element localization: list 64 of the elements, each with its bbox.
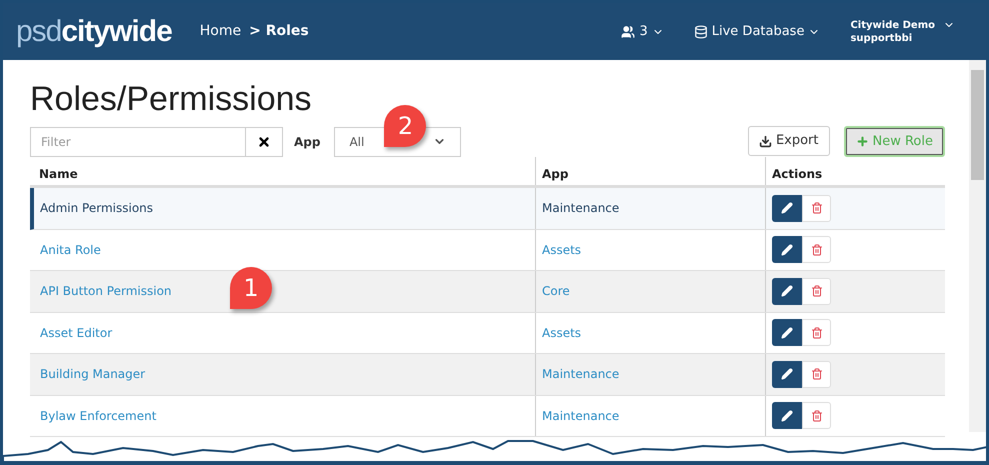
app-name[interactable]: Maintenance xyxy=(542,365,620,384)
table-row[interactable]: Building Manager Maintenance xyxy=(30,354,945,396)
app-name[interactable]: Assets xyxy=(542,240,582,259)
clear-button[interactable] xyxy=(246,126,283,156)
pencil-icon xyxy=(781,244,793,256)
edit-button[interactable] xyxy=(772,319,802,346)
plus-icon xyxy=(856,135,868,148)
trash-icon xyxy=(810,202,822,214)
pencil-icon xyxy=(781,368,793,380)
role-name[interactable]: Anita Role xyxy=(40,240,101,259)
pencil-icon xyxy=(781,285,793,298)
app-name[interactable]: Maintenance xyxy=(542,406,620,425)
breadcrumb-link[interactable]: Home xyxy=(200,21,242,42)
table-row[interactable]: Bylaw Enforcement Maintenance xyxy=(30,396,945,437)
account-menu[interactable]: Citywide Demo supportbbi xyxy=(850,18,955,44)
role-name[interactable]: Admin Permissions xyxy=(40,199,154,218)
trash-icon xyxy=(810,410,822,422)
role-name[interactable]: Bylaw Enforcement xyxy=(40,406,156,425)
scrollbar[interactable] xyxy=(969,60,986,432)
database-menu[interactable]: Live Database xyxy=(694,22,820,42)
callout-marker: 2 xyxy=(384,104,426,146)
edit-button[interactable] xyxy=(772,236,802,264)
filter-field[interactable]: Filter xyxy=(30,126,246,156)
delete-button[interactable] xyxy=(802,360,831,388)
delete-button[interactable] xyxy=(802,278,831,305)
column-header: App xyxy=(535,157,765,185)
page-title: Roles/Permissions xyxy=(30,79,313,120)
pencil-icon xyxy=(781,410,793,422)
trash-icon xyxy=(810,326,822,339)
edit-button[interactable] xyxy=(772,194,802,222)
users-menu[interactable]: 3 xyxy=(621,22,664,42)
delete-button[interactable] xyxy=(802,194,831,222)
role-name[interactable]: Building Manager xyxy=(40,365,146,384)
role-name[interactable]: Asset Editor xyxy=(40,324,112,342)
role-name[interactable]: API Button Permission xyxy=(40,282,172,300)
table-row[interactable]: Anita Role Assets xyxy=(30,230,945,271)
logo: psdcitywide xyxy=(16,16,172,46)
edit-button[interactable] xyxy=(772,278,802,305)
edit-button[interactable] xyxy=(772,360,802,388)
app-label: App xyxy=(294,134,320,150)
app-name[interactable]: Core xyxy=(542,282,570,300)
delete-button[interactable] xyxy=(802,402,831,430)
column-header: Name xyxy=(38,166,79,183)
delete-button[interactable] xyxy=(802,236,831,264)
delete-button[interactable] xyxy=(802,319,831,346)
close-icon xyxy=(257,134,271,148)
column-header: Actions xyxy=(765,157,944,185)
database-icon xyxy=(694,24,708,38)
edit-button[interactable] xyxy=(772,402,802,430)
pencil-icon xyxy=(781,326,793,339)
trash-icon xyxy=(810,244,822,256)
trash-icon xyxy=(810,368,822,380)
app-name[interactable]: Assets xyxy=(542,324,582,342)
new-role-button[interactable]: New Role xyxy=(844,126,945,157)
export-button[interactable]: Export xyxy=(748,126,830,156)
pencil-icon xyxy=(781,202,793,214)
export-icon xyxy=(758,134,772,148)
trash-icon xyxy=(810,285,822,298)
app-name[interactable]: Maintenance xyxy=(542,199,620,218)
users-icon xyxy=(621,24,636,38)
callout-marker: 1 xyxy=(230,267,272,309)
table-row[interactable]: Admin Permissions Maintenance xyxy=(30,188,945,230)
table-row[interactable]: Asset Editor Assets xyxy=(30,312,945,354)
breadcrumb-link[interactable]: > Roles xyxy=(249,21,309,42)
